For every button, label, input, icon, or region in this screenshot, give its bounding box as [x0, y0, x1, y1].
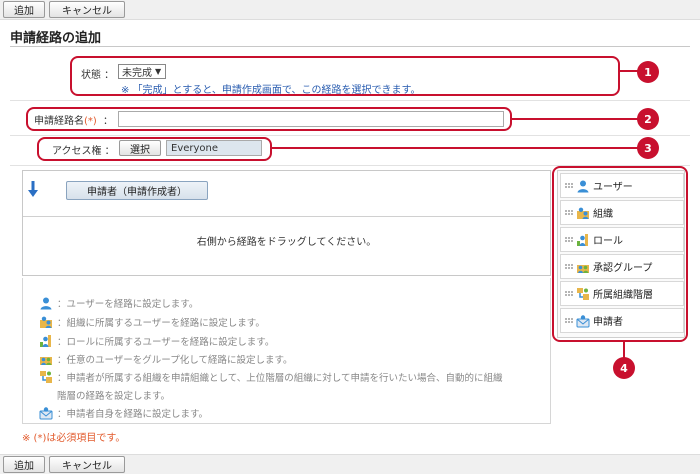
- top-toolbar: 追加 キャンセル: [0, 0, 700, 20]
- legend-row: ：任意のユーザーをグループ化して経路に設定します。: [39, 352, 293, 366]
- page-title: 申請経路の追加: [10, 31, 102, 46]
- legend-text: ：任意のユーザーをグループ化して経路に設定します。: [57, 355, 293, 366]
- access-select-button[interactable]: 選択: [119, 140, 161, 156]
- drag-handle-icon[interactable]: [565, 291, 573, 296]
- legend-row: ：組織に所属するユーザーを経路に設定します。: [39, 315, 265, 329]
- arrow-down-icon: [28, 181, 38, 197]
- palette-item-approval-group[interactable]: 承認グループ: [560, 254, 684, 279]
- access-value: Everyone: [166, 140, 262, 156]
- required-note: ※ (*)は必須項目です。: [22, 433, 126, 444]
- palette-item-label: 組織: [593, 209, 613, 220]
- route-name-input[interactable]: [118, 111, 504, 127]
- status-note: ※ 「完成」とすると、申請作成画面で、この経路を選択できます。: [121, 85, 421, 96]
- palette-item-label: 承認グループ: [593, 263, 653, 274]
- row-divider: [10, 100, 690, 101]
- bottom-toolbar: 追加 キャンセル: [0, 454, 700, 474]
- legend: ：ユーザーを経路に設定します。 ：組織に所属するユーザーを経路に設定します。 ：…: [22, 278, 551, 424]
- legend-row: 階層の経路を設定します。: [57, 388, 170, 402]
- palette-item-label: ロール: [593, 236, 623, 247]
- user-icon: [576, 179, 590, 193]
- legend-text: ：申請者が所属する組織を申請組織として、上位階層の組織に対して申請を行いたい場合…: [57, 373, 503, 384]
- legend-text: ：組織に所属するユーザーを経路に設定します。: [57, 318, 265, 329]
- role-icon: [39, 334, 53, 348]
- palette-item-organization[interactable]: 組織: [560, 200, 684, 225]
- legend-text: ：申請者自身を経路に設定します。: [57, 409, 209, 420]
- org-hierarchy-icon: [576, 287, 590, 301]
- route-header: 申請者（申請作成者）: [23, 171, 550, 217]
- drag-handle-icon[interactable]: [565, 264, 573, 269]
- palette-item-label: ユーザー: [593, 182, 633, 193]
- palette-item-org-hierarchy[interactable]: 所属組織階層: [560, 281, 684, 306]
- callout-badge-4: 4: [613, 357, 635, 379]
- legend-text: ：ロールに所属するユーザーを経路に設定します。: [57, 337, 275, 348]
- org-hierarchy-icon: [39, 370, 53, 384]
- drag-handle-icon[interactable]: [565, 183, 573, 188]
- route-name-label-text: 申請経路名: [34, 116, 84, 127]
- drag-handle-icon[interactable]: [565, 237, 573, 242]
- cancel-button[interactable]: キャンセル: [49, 1, 125, 18]
- legend-row: ：申請者が所属する組織を申請組織として、上位階層の組織に対して申請を行いたい場合…: [39, 370, 502, 384]
- drag-handle-icon[interactable]: [565, 318, 573, 323]
- status-select[interactable]: 未完成 ▼: [118, 64, 166, 79]
- approval-group-icon: [576, 260, 590, 274]
- status-select-value: 未完成: [122, 68, 152, 79]
- organization-icon: [39, 315, 53, 329]
- palette-item-user[interactable]: ユーザー: [560, 173, 684, 198]
- role-icon: [576, 233, 590, 247]
- callout-badge-3: 3: [637, 137, 659, 159]
- callout-leader-2: [512, 118, 638, 120]
- drop-hint: 右側から経路をドラッグしてください。: [196, 237, 377, 248]
- legend-row: ：ロールに所属するユーザーを経路に設定します。: [39, 334, 274, 348]
- user-icon: [39, 296, 53, 310]
- approval-group-icon: [39, 352, 53, 366]
- callout-leader-3: [272, 147, 638, 149]
- chevron-down-icon: ▼: [155, 67, 162, 76]
- legend-row: ：ユーザーを経路に設定します。: [39, 296, 198, 310]
- palette-item-role[interactable]: ロール: [560, 227, 684, 252]
- organization-icon: [576, 206, 590, 220]
- palette-item-applicant[interactable]: 申請者: [560, 308, 684, 333]
- drag-handle-icon[interactable]: [565, 210, 573, 215]
- row-divider: [10, 135, 690, 136]
- palette-item-label: 所属組織階層: [593, 290, 653, 301]
- legend-text: ：ユーザーを経路に設定します。: [57, 299, 199, 310]
- required-mark: (*): [84, 116, 97, 127]
- callout-leader-4: [623, 342, 625, 358]
- legend-row: ：申請者自身を経路に設定します。: [39, 406, 208, 420]
- route-name-label: 申請経路名(*) ：: [34, 112, 113, 127]
- add-button[interactable]: 追加: [3, 1, 45, 18]
- route-name-colon: ：: [103, 116, 113, 127]
- add-button[interactable]: 追加: [3, 456, 45, 473]
- callout-badge-2: 2: [637, 108, 659, 130]
- cancel-button[interactable]: キャンセル: [49, 456, 125, 473]
- access-label: アクセス権 ：: [52, 146, 115, 157]
- route-drop-area[interactable]: 申請者（申請作成者） 右側から経路をドラッグしてください。: [22, 170, 551, 276]
- callout-badge-1: 1: [637, 61, 659, 83]
- palette-item-label: 申請者: [593, 317, 623, 328]
- callout-leader-1: [620, 70, 638, 72]
- legend-text: 階層の経路を設定します。: [57, 391, 171, 402]
- applicant-icon: [576, 314, 590, 328]
- title-divider: [10, 46, 690, 47]
- applicant-start-node: 申請者（申請作成者）: [66, 181, 208, 200]
- status-label: 状態 ：: [81, 70, 115, 81]
- route-element-palette: ユーザー 組織 ロール 承認グループ 所属組織階層 申請者: [557, 170, 685, 338]
- applicant-icon: [39, 406, 53, 420]
